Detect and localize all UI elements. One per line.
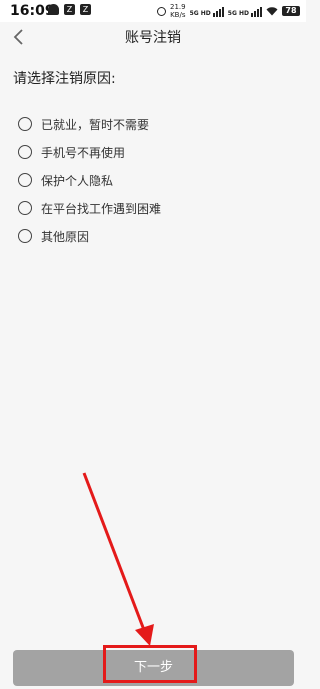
- net-speed-value: 21.9: [170, 3, 186, 11]
- signal-1-label: 5G HD: [189, 9, 211, 17]
- battery-icon: 78: [282, 6, 300, 16]
- app-notification-icon: Z: [80, 4, 91, 15]
- reason-option-label: 保护个人隐私: [41, 173, 114, 188]
- signal-2-label: 5G HD: [227, 9, 249, 17]
- status-right-icons: 21.9 KB/s 5G HD 5G HD 78: [157, 3, 300, 19]
- reason-option[interactable]: 在平台找工作遇到困难: [18, 194, 288, 222]
- net-speed-unit: KB/s: [170, 11, 186, 19]
- header: 账号注销: [0, 22, 306, 52]
- status-bar: 16:09 Z Z 21.9 KB/s 5G HD 5G HD 78: [0, 0, 306, 22]
- reason-option-label: 已就业，暂时不需要: [41, 117, 150, 132]
- alarm-icon: [157, 6, 166, 16]
- next-step-button[interactable]: 下一步: [13, 650, 294, 686]
- radio-circle-icon[interactable]: [18, 145, 32, 159]
- qq-notification-icon: [48, 4, 59, 15]
- reason-option-label: 在平台找工作遇到困难: [41, 201, 162, 216]
- page-title: 账号注销: [125, 30, 181, 46]
- reason-option-label: 手机号不再使用: [41, 145, 126, 160]
- radio-circle-icon[interactable]: [18, 117, 32, 131]
- reason-option[interactable]: 已就业，暂时不需要: [18, 110, 288, 138]
- radio-circle-icon[interactable]: [18, 201, 32, 215]
- app-notification-icon: Z: [64, 4, 75, 15]
- annotation-arrow-icon: [82, 472, 154, 646]
- wifi-icon: [266, 7, 278, 16]
- reason-option-label: 其他原因: [41, 229, 90, 244]
- net-speed: 21.9 KB/s: [170, 3, 186, 19]
- reason-option[interactable]: 其他原因: [18, 222, 288, 250]
- notification-icons: Z Z: [48, 4, 91, 15]
- radio-circle-icon[interactable]: [18, 229, 32, 243]
- radio-circle-icon[interactable]: [18, 173, 32, 187]
- signal-icon-2: 5G HD: [228, 6, 262, 17]
- reason-prompt: 请选择注销原因:: [13, 71, 116, 87]
- reason-options: 已就业，暂时不需要 手机号不再使用 保护个人隐私 在平台找工作遇到困难 其他原因: [18, 110, 288, 250]
- signal-icon-1: 5G HD: [190, 6, 224, 17]
- reason-option[interactable]: 手机号不再使用: [18, 138, 288, 166]
- reason-option[interactable]: 保护个人隐私: [18, 166, 288, 194]
